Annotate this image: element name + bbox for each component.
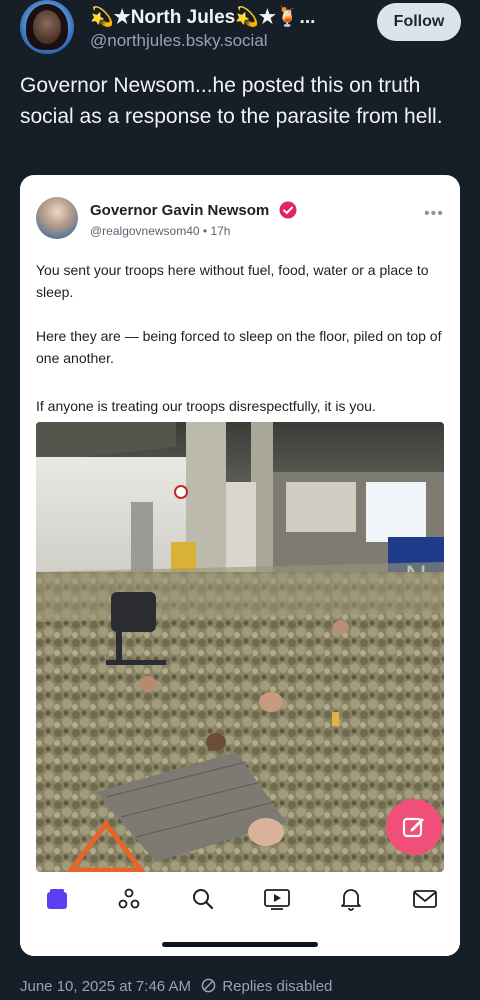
tab-video[interactable]	[262, 884, 292, 914]
search-icon	[193, 889, 214, 910]
messages-icon	[413, 890, 437, 908]
post-footer: June 10, 2025 at 7:46 AM Replies disable…	[20, 978, 332, 995]
embed-paragraph-2: Here they are — being forced to sleep on…	[36, 328, 442, 366]
video-icon	[264, 889, 290, 910]
tab-home[interactable]	[42, 884, 72, 914]
embed-more-icon: •••	[424, 205, 444, 222]
compose-icon	[402, 817, 424, 838]
tab-notifications[interactable]	[336, 884, 366, 914]
tab-search[interactable]	[188, 884, 218, 914]
embed-author-meta: @realgovnewsom40 • 17h	[90, 224, 231, 238]
replies-status: Replies disabled	[222, 978, 333, 995]
author-handle[interactable]: @northjules.bsky.social	[90, 31, 268, 51]
troops-photo: N	[36, 422, 444, 872]
replies-disabled-icon	[201, 978, 216, 993]
avatar-face	[33, 10, 61, 44]
notifications-icon	[341, 889, 361, 911]
author-display-name[interactable]: 💫★North Jules💫★🍹...	[90, 5, 315, 29]
embedded-image[interactable]: Governor Gavin Newsom @realgovnewsom40 •…	[20, 175, 460, 956]
compose-button[interactable]	[386, 799, 442, 855]
post-timestamp: June 10, 2025 at 7:46 AM	[20, 978, 191, 995]
follow-button[interactable]: Follow	[377, 3, 461, 41]
home-icon	[47, 889, 67, 909]
embed-tab-bar	[20, 872, 460, 956]
feeds-icon	[118, 888, 140, 909]
verified-badge-icon	[279, 201, 297, 219]
embed-paragraph-3: If anyone is treating our troops disresp…	[36, 398, 376, 414]
post-header: 💫★North Jules💫★🍹... @northjules.bsky.soc…	[0, 0, 480, 64]
troops-photo-illustration: N	[36, 422, 444, 872]
embed-paragraph-1: You sent your troops here without fuel, …	[36, 262, 429, 300]
tab-messages[interactable]	[410, 884, 440, 914]
embed-avatar	[36, 197, 78, 239]
home-indicator	[162, 942, 318, 947]
author-avatar[interactable]	[20, 0, 74, 54]
embed-author-name: Governor Gavin Newsom	[90, 202, 270, 219]
post-text: Governor Newsom...he posted this on trut…	[20, 74, 443, 128]
tab-feeds[interactable]	[114, 884, 144, 914]
